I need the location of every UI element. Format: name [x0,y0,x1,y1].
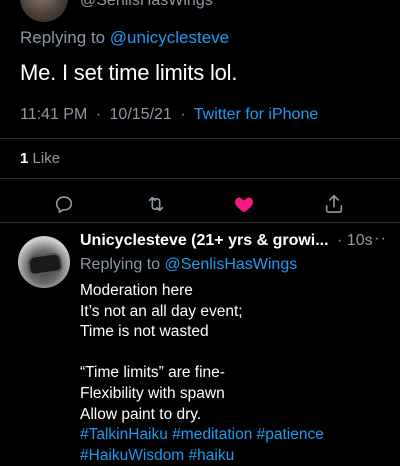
replying-to-link[interactable]: @unicyclesteve [110,28,229,47]
avatar[interactable] [18,236,70,288]
tweet-line: Flexibility with spawn [80,384,225,402]
divider [0,138,400,139]
tweet-time: 11:41 PM [20,106,88,123]
replying-to-prefix: Replying to [80,256,161,273]
share-icon [325,194,343,213]
tweet-line: Time is not wasted [80,323,209,341]
reply-display-name[interactable]: Unicyclesteve (21+ yrs & growi... [80,232,329,249]
divider [0,222,400,223]
tweet-line: Moderation here [80,282,193,299]
like-button[interactable] [230,190,258,218]
replying-to-line: Replying to @SenlisHasWings [80,256,297,274]
tweet-line [80,343,324,364]
tweet-line: Allow paint to dry. [80,405,202,423]
retweet-button[interactable] [142,190,170,218]
meta-separator: · [95,106,102,123]
reply-button[interactable] [50,190,78,218]
replying-to-link[interactable]: @SenlisHasWings [165,256,298,273]
meta-separator: · [180,106,186,123]
share-button[interactable] [320,190,348,218]
divider [0,178,400,179]
avatar[interactable] [20,0,68,22]
tweet-line: It’s not an all day event; [80,302,243,320]
hashtags-line[interactable]: #HaikuWisdom #haiku [80,446,324,466]
author-handle[interactable]: @SenlisHasWings [80,0,213,10]
likes-count: 1 [20,150,29,167]
reply-icon [55,196,73,214]
likes-label: Like [32,150,61,167]
tweet-date: 10/15/21 [109,106,172,123]
reply-tweet-text: Moderation here It’s not an all day even… [80,281,324,466]
tweet-source-link[interactable]: Twitter for iPhone [194,106,319,123]
likes-summary[interactable]: 1 Like [20,150,60,167]
retweet-icon [148,196,164,212]
reply-author-line: Unicyclesteve (21+ yrs & growi... · 10s [80,232,373,250]
tweet-text: Me. I set time limits lol. [20,60,238,85]
more-options-icon[interactable]: ··· [368,230,387,248]
replying-to-prefix: Replying to [20,28,106,47]
tweet-line: “Time limits” are fine- [80,364,225,382]
hashtags-line[interactable]: #TalkinHaiku #meditation #patience [80,425,324,446]
avatar-image [26,251,64,277]
heart-icon [235,197,253,213]
tweet-meta: 11:41 PM · 10/15/21 · Twitter for iPhone [20,106,318,124]
replying-to-line: Replying to @unicyclesteve [20,28,229,48]
